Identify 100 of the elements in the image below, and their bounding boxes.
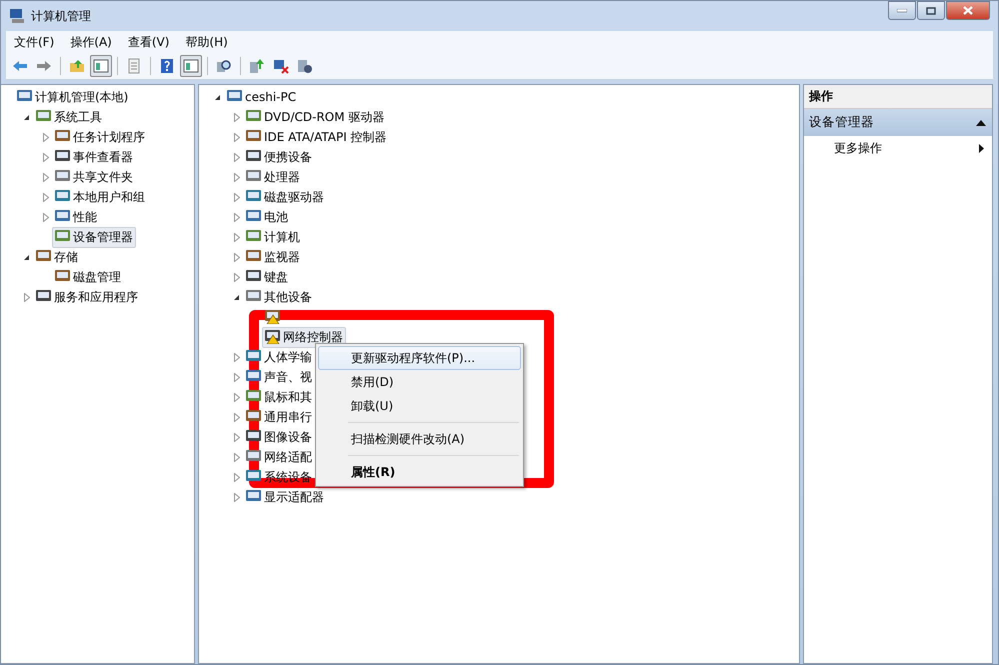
collapsed-arrow-icon[interactable] bbox=[234, 352, 240, 362]
device-icon bbox=[55, 190, 70, 204]
menu-item[interactable]: 扫描检测硬件改动(A) bbox=[318, 427, 521, 451]
folder-icon bbox=[69, 58, 85, 74]
tree-item[interactable]: 监视器 bbox=[243, 246, 303, 268]
tree-item-icon[interactable] bbox=[262, 308, 283, 326]
tree-item[interactable]: 性能 bbox=[52, 206, 100, 228]
tree-item[interactable]: 系统工具 bbox=[33, 106, 105, 128]
device-icon bbox=[246, 150, 261, 164]
actions-section[interactable]: 设备管理器 bbox=[804, 109, 992, 136]
tree-item[interactable]: 声音、视 bbox=[243, 366, 315, 388]
collapsed-arrow-icon[interactable] bbox=[234, 272, 240, 282]
tree-item[interactable]: 磁盘驱动器 bbox=[243, 186, 327, 208]
device-icon bbox=[55, 270, 70, 284]
menu-item[interactable]: 更新驱动程序软件(P)... bbox=[318, 346, 521, 370]
tree-item[interactable]: 通用串行 bbox=[243, 406, 315, 428]
collapsed-arrow-icon[interactable] bbox=[234, 172, 240, 182]
forward-arrow-icon bbox=[36, 58, 52, 74]
collapsed-arrow-icon[interactable] bbox=[234, 492, 240, 502]
tree-item[interactable]: 处理器 bbox=[243, 166, 303, 188]
menu-item[interactable]: 卸载(U) bbox=[318, 394, 521, 418]
expanded-arrow-icon[interactable] bbox=[23, 114, 30, 120]
submenu-arrow-icon bbox=[979, 144, 984, 153]
expanded-arrow-icon[interactable] bbox=[214, 94, 221, 100]
menu-item[interactable]: 帮助(H) bbox=[177, 34, 236, 50]
collapsed-arrow-icon[interactable] bbox=[234, 452, 240, 462]
tree-item[interactable]: 存储 bbox=[33, 246, 81, 268]
collapsed-arrow-icon[interactable] bbox=[234, 132, 240, 142]
close-button[interactable] bbox=[946, 1, 990, 20]
upload-icon bbox=[249, 58, 265, 74]
collapsed-arrow-icon[interactable] bbox=[234, 152, 240, 162]
device-icon bbox=[246, 350, 261, 364]
menu-item[interactable]: 禁用(D) bbox=[318, 370, 521, 394]
collapsed-arrow-icon[interactable] bbox=[24, 292, 30, 302]
action-item[interactable]: 更多操作 bbox=[804, 136, 992, 161]
minimize-button[interactable] bbox=[888, 1, 916, 20]
tree-item-label: 其他设备 bbox=[264, 288, 312, 306]
collapsed-arrow-icon[interactable] bbox=[42, 152, 48, 162]
collapsed-arrow-icon[interactable] bbox=[234, 192, 240, 202]
tree-item[interactable]: 网络控制器 bbox=[262, 326, 346, 348]
tree-item[interactable]: 设备管理器 bbox=[52, 226, 136, 248]
collapsed-arrow-icon[interactable] bbox=[234, 372, 240, 382]
collapsed-arrow-icon[interactable] bbox=[42, 212, 48, 222]
device-icon bbox=[36, 250, 51, 264]
tree-item[interactable]: 磁盘管理 bbox=[52, 266, 124, 288]
collapsed-arrow-icon[interactable] bbox=[234, 212, 240, 222]
tree-item[interactable]: 显示适配器 bbox=[243, 486, 327, 508]
tree-item[interactable]: 其他设备 bbox=[243, 286, 315, 308]
tree-item[interactable]: 网络适配 bbox=[243, 446, 315, 468]
toolbar-button[interactable] bbox=[180, 55, 202, 77]
tree-item[interactable]: 共享文件夹 bbox=[52, 166, 136, 188]
device-icon bbox=[17, 90, 32, 104]
device-icon bbox=[55, 230, 70, 244]
window-title: 计算机管理 bbox=[31, 8, 91, 24]
collapsed-arrow-icon[interactable] bbox=[234, 252, 240, 262]
tree-item[interactable]: 键盘 bbox=[243, 266, 291, 288]
toolbar-button[interactable] bbox=[90, 55, 112, 77]
tree-item[interactable]: 电池 bbox=[243, 206, 291, 228]
menu-item[interactable]: 属性(R) bbox=[318, 460, 521, 484]
tree-item[interactable]: 服务和应用程序 bbox=[33, 286, 141, 308]
device-icon bbox=[55, 150, 70, 164]
tree-item[interactable]: 图像设备 bbox=[243, 426, 315, 448]
tree-item[interactable]: 事件查看器 bbox=[52, 146, 136, 168]
menu-item[interactable]: 文件(F) bbox=[6, 34, 62, 50]
collapsed-arrow-icon[interactable] bbox=[42, 192, 48, 202]
collapsed-arrow-icon[interactable] bbox=[234, 472, 240, 482]
device-icon bbox=[246, 390, 261, 404]
minimize-icon bbox=[897, 8, 907, 12]
expanded-arrow-icon[interactable] bbox=[23, 254, 30, 260]
collapsed-arrow-icon[interactable] bbox=[42, 172, 48, 182]
collapsed-arrow-icon[interactable] bbox=[42, 132, 48, 142]
tree-item[interactable]: ceshi-PC bbox=[224, 88, 300, 106]
tree-item-label: 事件查看器 bbox=[73, 148, 133, 166]
collapsed-arrow-icon[interactable] bbox=[234, 412, 240, 422]
tree-item[interactable]: 本地用户和组 bbox=[52, 186, 148, 208]
tree-item[interactable]: 计算机 bbox=[243, 226, 303, 248]
collapsed-arrow-icon[interactable] bbox=[234, 112, 240, 122]
menu-item[interactable]: 查看(V) bbox=[120, 34, 178, 50]
tree-item[interactable]: 便携设备 bbox=[243, 146, 315, 168]
device-icon bbox=[246, 190, 261, 204]
tree-item[interactable]: DVD/CD-ROM 驱动器 bbox=[243, 106, 388, 128]
device-icon bbox=[246, 370, 261, 384]
tree-item-label: 键盘 bbox=[264, 268, 288, 286]
device-icon bbox=[246, 450, 261, 464]
tree-item[interactable]: 鼠标和其 bbox=[243, 386, 315, 408]
collapse-arrow-icon[interactable] bbox=[976, 120, 986, 126]
tree-item-label: 计算机管理(本地) bbox=[35, 88, 128, 106]
tree-item[interactable]: IDE ATA/ATAPI 控制器 bbox=[243, 126, 390, 148]
collapsed-arrow-icon[interactable] bbox=[234, 392, 240, 402]
tree-item-label: 网络适配 bbox=[264, 448, 312, 466]
menu-item[interactable]: 操作(A) bbox=[62, 34, 120, 50]
collapsed-arrow-icon[interactable] bbox=[234, 432, 240, 442]
maximize-button[interactable] bbox=[917, 1, 945, 20]
tree-item-label: 电池 bbox=[264, 208, 288, 226]
tree-item-label: 磁盘管理 bbox=[73, 268, 121, 286]
tree-item[interactable]: 人体学输 bbox=[243, 346, 315, 368]
collapsed-arrow-icon[interactable] bbox=[234, 232, 240, 242]
tree-item[interactable]: 任务计划程序 bbox=[52, 126, 148, 148]
tree-item[interactable]: 计算机管理(本地) bbox=[14, 86, 132, 108]
expanded-arrow-icon[interactable] bbox=[233, 294, 240, 300]
